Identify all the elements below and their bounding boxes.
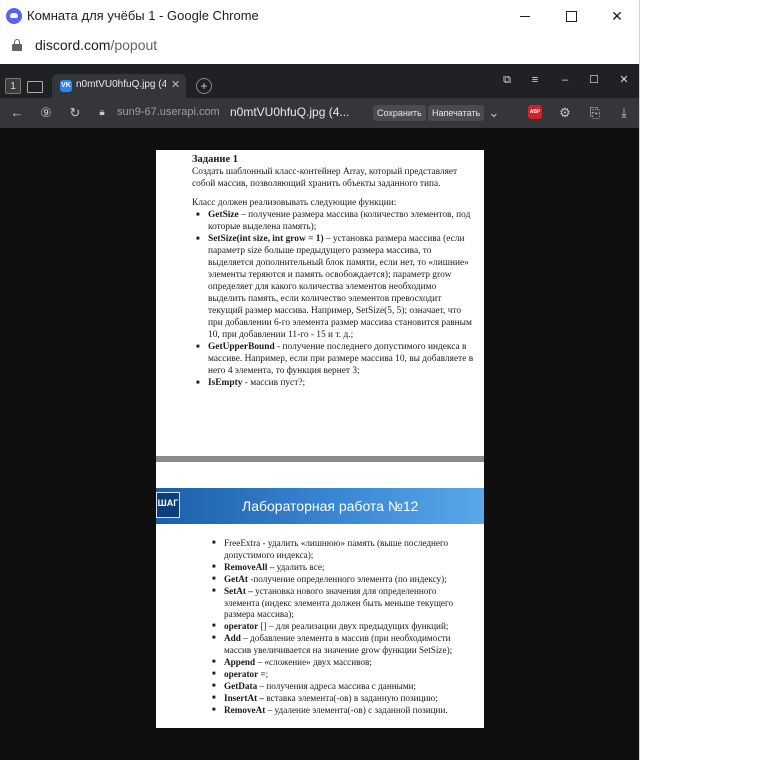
vk-icon: VK <box>60 80 72 92</box>
image-file-title: n0mtVU0hfuQ.jpg (4... <box>230 105 350 119</box>
list-item: IsEmpty - массив пуст?; <box>196 377 474 389</box>
folder-icon <box>27 81 43 93</box>
list-item: Append – «сложение» двух массивов; <box>212 657 466 669</box>
discord-icon <box>6 8 22 24</box>
download-icon[interactable]: ⤓ <box>616 105 632 121</box>
title-bar: Комната для учёбы 1 - Google Chrome ✕ <box>0 0 639 32</box>
list-item: RemoveAt – удаление элемента(-ов) с зада… <box>212 705 466 717</box>
list-item: GetAt -получение определенного элемента … <box>212 574 466 586</box>
collections-icon[interactable]: ⧉ <box>497 72 517 88</box>
reader-icon[interactable]: ⎘ <box>587 105 603 121</box>
list-item: operator =; <box>212 669 466 681</box>
window-title: Комната для учёбы 1 - Google Chrome <box>27 8 259 23</box>
maximize-icon <box>565 10 577 22</box>
chevron-down-icon[interactable]: ⌄ <box>486 105 502 121</box>
back-icon[interactable]: ← <box>9 105 25 121</box>
minimize-button[interactable] <box>502 0 548 32</box>
lab-title: Лабораторная работа №12 <box>242 498 419 514</box>
list-item: GetUpperBound - получение последнего доп… <box>196 341 474 377</box>
close-button[interactable]: ✕ <box>594 0 639 32</box>
lab-banner: ШАГ Лабораторная работа №12 <box>156 488 484 524</box>
print-button[interactable]: Напечатать <box>428 105 485 121</box>
list-item: GetSize – получение размера массива (кол… <box>196 209 474 233</box>
new-tab-button[interactable]: + <box>196 78 212 94</box>
address-bar[interactable]: discord.com/popout <box>0 32 639 60</box>
shared-screen-viewer: 1 VK n0mtVU0hfuQ.jpg (492 ✕ + ⧉ ≡ – ☐ ✕ … <box>0 64 639 760</box>
functions-text-2: FreeExtra - удалить «лишнюю» память (выш… <box>208 538 466 717</box>
shared-toolbar: ← ⑨ ↻ 🔒︎ sun9-67.userapi.com n0mtVU0hfuQ… <box>0 98 639 128</box>
url-text[interactable]: discord.com/popout <box>35 37 157 53</box>
extension-icon[interactable]: ⚙ <box>557 105 573 121</box>
list-item: SetAt – установка нового значения для оп… <box>212 586 466 622</box>
functions-list-2: FreeExtra - удалить «лишнюю» память (выш… <box>208 538 466 717</box>
task-heading: Задание 1 <box>192 154 238 165</box>
close-icon: ✕ <box>611 7 623 24</box>
task-text: Задание 1 Создать шаблонный класс-контей… <box>192 154 474 389</box>
lock-icon: 🔒︎ <box>99 107 105 118</box>
functions-list-1: GetSize – получение размера массива (кол… <box>192 209 474 389</box>
save-button[interactable]: Сохранить <box>373 105 426 121</box>
tab-counter[interactable]: 1 <box>5 78 21 94</box>
menu-icon[interactable]: ≡ <box>525 72 545 88</box>
minimize-icon <box>520 15 530 17</box>
task-intro: Создать шаблонный класс-контейнер Array,… <box>192 167 458 189</box>
maximize-button[interactable] <box>548 0 594 32</box>
reload-icon[interactable]: ↻ <box>67 105 83 121</box>
image-tab[interactable]: VK n0mtVU0hfuQ.jpg (492 ✕ <box>52 74 186 98</box>
list-item: RemoveAll – удалить все; <box>212 562 466 574</box>
list-item: GetData – получения адреса массива с дан… <box>212 681 466 693</box>
minimize-icon[interactable]: – <box>555 72 575 88</box>
list-item: InsertAt – вставка элемента(-ов) в задан… <box>212 693 466 705</box>
tab-close-icon[interactable]: ✕ <box>171 78 180 91</box>
shared-tab-strip: 1 VK n0mtVU0hfuQ.jpg (492 ✕ + ⧉ ≡ – ☐ ✕ <box>0 64 639 98</box>
maximize-icon[interactable]: ☐ <box>584 72 604 88</box>
page-separator <box>156 456 484 462</box>
step-logo: ШАГ <box>156 492 180 518</box>
close-icon[interactable]: ✕ <box>614 72 634 88</box>
list-item: operator [] – для реализации двух предыд… <box>212 621 466 633</box>
list-item: Add – добавление элемента в массив (при … <box>212 633 466 657</box>
url-host: discord.com <box>35 37 111 53</box>
adblock-icon[interactable]: ABP <box>528 105 542 119</box>
folder-button[interactable] <box>27 78 45 94</box>
list-item: SetSize(int size, int grow = 1) – устано… <box>196 233 474 341</box>
lock-icon <box>12 39 22 51</box>
document-image: Задание 1 Создать шаблонный класс-контей… <box>156 150 484 728</box>
functions-intro: Класс должен реализовывать следующие фун… <box>192 198 397 208</box>
image-host[interactable]: sun9-67.userapi.com <box>117 106 220 118</box>
list-item: FreeExtra - удалить «лишнюю» память (выш… <box>212 538 466 562</box>
url-path: /popout <box>110 37 158 53</box>
browser-window: Комната для учёбы 1 - Google Chrome ✕ di… <box>0 0 640 760</box>
image-tab-title: n0mtVU0hfuQ.jpg (492 <box>76 79 166 90</box>
yandex-icon[interactable]: ⑨ <box>38 105 54 121</box>
